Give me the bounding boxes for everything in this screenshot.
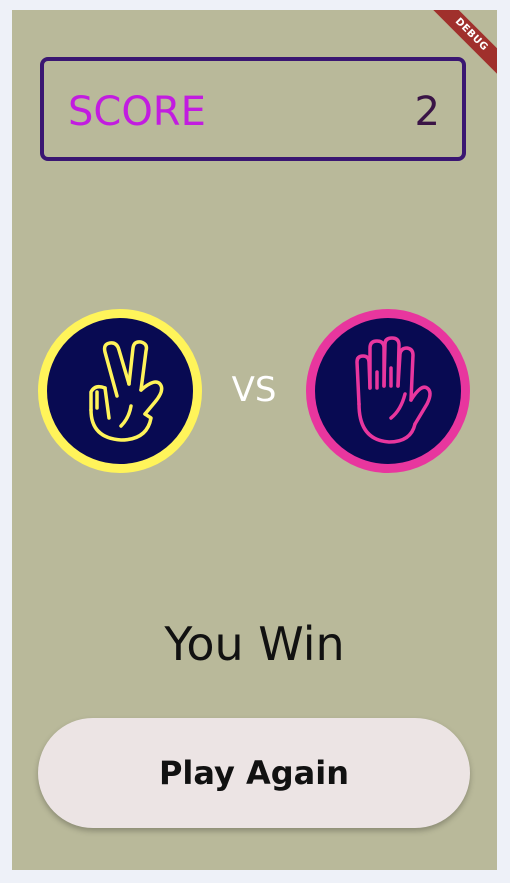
paper-hand-icon — [355, 336, 432, 444]
computer-choice — [306, 309, 470, 473]
scissors-hand-icon — [89, 340, 164, 442]
result-text: You Win — [164, 617, 345, 671]
player-choice — [38, 309, 202, 473]
game-screen: DEBUG SCORE 2 VS You Win Play Again — [12, 10, 497, 870]
play-again-button[interactable]: Play Again — [38, 718, 470, 828]
score-panel: SCORE 2 — [40, 57, 466, 161]
score-label: SCORE — [68, 89, 206, 135]
score-value: 2 — [414, 89, 440, 135]
vs-label: VS — [231, 370, 277, 410]
